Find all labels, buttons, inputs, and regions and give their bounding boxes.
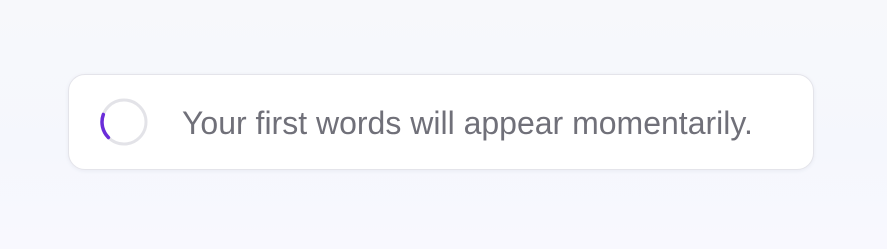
loading-card: Your first words will appear momentarily… xyxy=(68,74,814,170)
loading-message: Your first words will appear momentarily… xyxy=(182,105,753,141)
loading-spinner-icon xyxy=(100,98,148,146)
spinner-arc xyxy=(100,112,111,140)
